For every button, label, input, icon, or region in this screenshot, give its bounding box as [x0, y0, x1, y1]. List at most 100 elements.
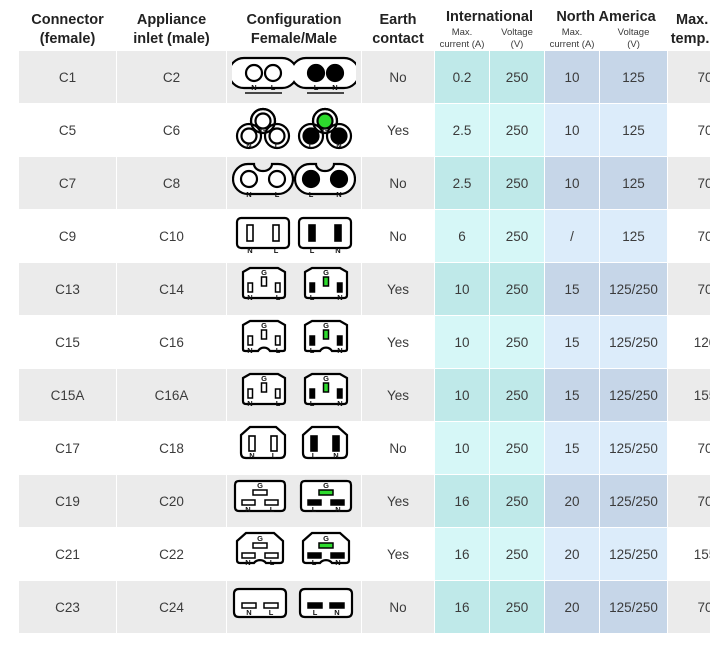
- header-north-america: North America: [544, 8, 669, 27]
- cell-earth-contact: Yes: [361, 315, 435, 370]
- svg-text:L: L: [312, 451, 317, 460]
- cell-earth-contact: No: [361, 421, 435, 476]
- cell-configuration: GNLGLN: [226, 103, 362, 158]
- cell-earth-contact: No: [361, 50, 435, 105]
- table-row: C7 C8 N L L N No 2.5 250 10 125 70: [18, 156, 710, 211]
- header-inlet-line1: Appliance: [136, 11, 207, 28]
- cell-intl-max-current: 10: [434, 315, 490, 370]
- svg-text:G: G: [257, 534, 263, 543]
- cell-connector: C13: [18, 262, 117, 317]
- svg-text:N: N: [247, 293, 252, 302]
- cell-max-pin-temp: 70: [667, 580, 710, 635]
- cell-na-voltage: 125: [599, 103, 669, 158]
- cell-max-pin-temp: 70: [667, 209, 710, 264]
- cell-configuration: GNLGLN: [226, 527, 362, 582]
- cell-connector: C1: [18, 50, 117, 105]
- header-connector: Connector (female): [18, 7, 117, 52]
- cell-appliance-inlet: C22: [116, 527, 227, 582]
- svg-text:N: N: [337, 293, 342, 302]
- cell-intl-voltage: 250: [488, 527, 546, 582]
- cell-max-pin-temp: 70: [667, 474, 710, 529]
- svg-text:L: L: [275, 190, 280, 199]
- cell-na-max-current: /: [544, 209, 601, 264]
- header-connector-line1: Connector: [31, 11, 104, 28]
- header-na-voltage-line2: (V): [627, 38, 640, 50]
- table-row: C13 C14 G N L G L N Yes 10 250 15 125/250 70: [18, 262, 710, 317]
- svg-text:N: N: [337, 399, 342, 408]
- cell-intl-max-current: 16: [434, 580, 490, 635]
- header-config-line2: Female/Male: [250, 30, 338, 47]
- header-intl-voltage: Voltage (V): [488, 25, 546, 52]
- connector-female-icon: G N L: [228, 478, 294, 524]
- cell-na-voltage: 125: [599, 156, 669, 211]
- connector-female-icon: NL: [232, 213, 294, 259]
- svg-text:N: N: [251, 83, 256, 92]
- cell-configuration: GNLGLN: [226, 315, 362, 370]
- connector-male-icon: LN: [294, 425, 356, 471]
- svg-text:L: L: [313, 608, 318, 617]
- cell-na-max-current: 20: [544, 474, 601, 529]
- svg-text:G: G: [260, 126, 266, 135]
- cell-intl-max-current: 16: [434, 474, 490, 529]
- svg-text:L: L: [309, 141, 314, 150]
- table-row: C9 C10 N L L N No 6 250/125 70: [18, 209, 710, 264]
- cell-appliance-inlet: C18: [116, 421, 227, 476]
- svg-text:G: G: [323, 374, 329, 383]
- svg-text:L: L: [276, 399, 281, 408]
- header-earth-contact: Earth contact: [361, 7, 435, 52]
- iec-connector-table: Connector (female) Appliance inlet (male…: [18, 7, 710, 635]
- svg-text:N: N: [246, 190, 251, 199]
- svg-text:L: L: [274, 246, 279, 255]
- cell-intl-max-current: 16: [434, 527, 490, 582]
- svg-text:N: N: [247, 399, 252, 408]
- svg-text:N: N: [336, 141, 341, 150]
- cell-intl-voltage: 250: [488, 368, 546, 423]
- svg-text:N: N: [246, 141, 251, 150]
- header-na-voltage: Voltage (V): [599, 25, 669, 52]
- svg-text:N: N: [245, 505, 250, 514]
- cell-intl-max-current: 10: [434, 262, 490, 317]
- svg-text:N: N: [335, 246, 340, 255]
- svg-text:G: G: [261, 374, 267, 383]
- header-international: International: [433, 8, 546, 27]
- header-na-voltage-line1: Voltage: [617, 26, 650, 38]
- header-configuration: Configuration Female/Male: [226, 7, 362, 52]
- cell-intl-voltage: 250: [488, 421, 546, 476]
- svg-text:L: L: [310, 399, 315, 408]
- cell-earth-contact: No: [361, 156, 435, 211]
- connector-female-icon: NL: [228, 584, 294, 630]
- header-row-top: Connector (female) Appliance inlet (male…: [18, 7, 710, 52]
- table-row: C15C16 G N L G L N Yes1025015125/250120: [18, 315, 710, 370]
- table-body: C1 C2 N L L N No 0.2 250 10 125 70 C5 C6 G N L G L N Yes 2.5 2…: [18, 50, 710, 635]
- cell-connector: C9: [18, 209, 117, 264]
- cell-na-max-current: 15: [544, 421, 601, 476]
- svg-text:N: N: [335, 505, 340, 514]
- connector-female-icon: G N L: [232, 319, 294, 365]
- cell-appliance-inlet: C14: [116, 262, 227, 317]
- header-config-line1: Configuration: [246, 11, 342, 28]
- cell-max-pin-temp: 155: [667, 368, 710, 423]
- svg-text:G: G: [261, 268, 267, 277]
- svg-text:N: N: [247, 246, 252, 255]
- cell-na-voltage: 125/250: [599, 527, 669, 582]
- svg-text:L: L: [310, 346, 315, 355]
- header-na-max-current-line2: current (A): [549, 38, 595, 50]
- cell-configuration: GNLGLN: [226, 474, 362, 529]
- cell-appliance-inlet: C16: [116, 315, 227, 370]
- cell-na-max-current: 20: [544, 580, 601, 635]
- cell-configuration: G N L GLN: [226, 262, 362, 317]
- header-intl-voltage-line1: Voltage: [501, 26, 533, 38]
- svg-text:N: N: [246, 608, 251, 617]
- table-row: C19 C20 G N L G L N Yes 16 250 20 125/250 70: [18, 474, 710, 529]
- svg-text:L: L: [276, 293, 281, 302]
- svg-text:N: N: [332, 83, 337, 92]
- connector-male-icon: GLN: [294, 266, 356, 312]
- connector-male-icon: GLN: [294, 107, 356, 153]
- connector-female-icon: G N L: [228, 531, 294, 577]
- svg-text:N: N: [249, 451, 254, 460]
- svg-text:L: L: [312, 505, 317, 514]
- cell-intl-voltage: 250: [488, 103, 546, 158]
- cell-na-voltage: 125/250: [599, 262, 669, 317]
- table-row: C23 C24 N L L N No 16 250 20 125/250 70: [18, 580, 710, 635]
- svg-text:G: G: [257, 481, 263, 490]
